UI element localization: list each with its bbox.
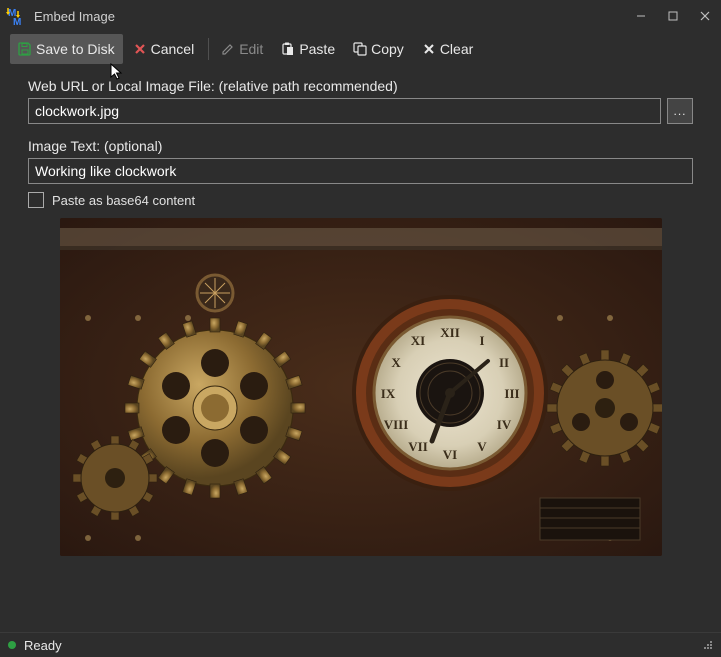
embed-image-dialog: M M Embed Image S (0, 0, 721, 657)
cancel-button[interactable]: Cancel (125, 34, 203, 64)
svg-text:III: III (504, 386, 519, 401)
save-icon (18, 42, 32, 56)
image-text-input[interactable] (28, 158, 693, 184)
close-button[interactable] (689, 0, 721, 32)
status-indicator-icon (8, 641, 16, 649)
paste-icon (281, 42, 295, 56)
cancel-icon (133, 42, 147, 56)
resize-grip-icon[interactable] (701, 638, 713, 653)
image-text-label: Image Text: (optional) (28, 138, 693, 154)
url-field-label: Web URL or Local Image File: (relative p… (28, 78, 693, 94)
svg-text:X: X (391, 355, 401, 370)
paste-button[interactable]: Paste (273, 34, 343, 64)
paste-label: Paste (299, 41, 335, 57)
edit-label: Edit (239, 41, 263, 57)
window-title: Embed Image (32, 9, 625, 24)
titlebar: M M Embed Image (0, 0, 721, 32)
svg-text:XI: XI (410, 333, 424, 348)
save-button[interactable]: Save to Disk (10, 34, 123, 64)
edit-button: Edit (213, 34, 271, 64)
svg-text:IV: IV (496, 417, 511, 432)
svg-text:II: II (498, 355, 508, 370)
image-preview: XII I II III IV V VI VII VIII IX X XI (60, 218, 662, 556)
svg-text:IX: IX (380, 386, 395, 401)
minimize-button[interactable] (625, 0, 657, 32)
statusbar: Ready (0, 632, 721, 657)
browse-button[interactable]: ... (667, 98, 693, 124)
svg-text:VII: VII (408, 439, 428, 454)
base64-checkbox-label: Paste as base64 content (52, 193, 195, 208)
copy-label: Copy (371, 41, 404, 57)
svg-text:VIII: VIII (383, 417, 408, 432)
save-label: Save to Disk (36, 41, 115, 57)
svg-text:V: V (477, 439, 487, 454)
base64-checkbox[interactable] (28, 192, 44, 208)
toolbar-separator (208, 38, 209, 60)
copy-icon (353, 42, 367, 56)
toolbar: Save to Disk Cancel Edit Paste Copy (0, 32, 721, 66)
window-controls (625, 0, 721, 32)
maximize-button[interactable] (657, 0, 689, 32)
clear-button[interactable]: Clear (414, 34, 481, 64)
app-icon: M M (6, 6, 26, 26)
svg-text:XII: XII (440, 325, 460, 340)
clear-icon (422, 42, 436, 56)
url-input[interactable] (28, 98, 661, 124)
status-text: Ready (24, 638, 62, 653)
content-area: Web URL or Local Image File: (relative p… (0, 66, 721, 632)
cancel-label: Cancel (151, 41, 195, 57)
clear-label: Clear (440, 41, 473, 57)
svg-text:M: M (13, 17, 21, 26)
copy-button[interactable]: Copy (345, 34, 412, 64)
svg-text:I: I (479, 333, 484, 348)
svg-text:VI: VI (442, 447, 456, 462)
edit-icon (221, 42, 235, 56)
